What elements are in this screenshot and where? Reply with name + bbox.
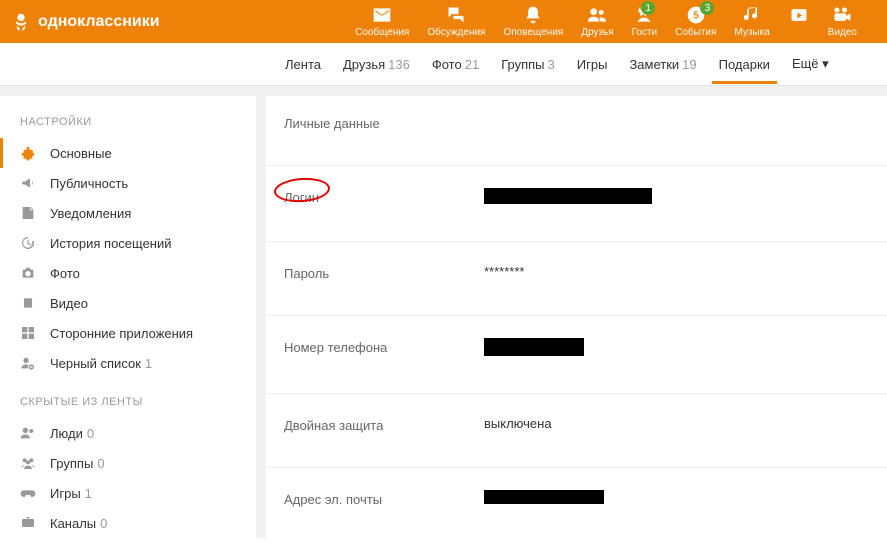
play-icon bbox=[788, 5, 810, 25]
main-area: НАСТРОЙКИ Основные Публичность Уведомлен… bbox=[0, 96, 887, 538]
login-value bbox=[484, 188, 652, 207]
events-badge: 3 bbox=[700, 1, 714, 15]
sidebar-item-games[interactable]: Игры1 bbox=[0, 478, 256, 508]
bell-icon bbox=[522, 5, 544, 25]
tab-groups[interactable]: Группы3 bbox=[494, 45, 562, 84]
nav-video-play[interactable] bbox=[788, 5, 810, 38]
camera2-icon bbox=[20, 265, 36, 281]
nav-music[interactable]: Музыка bbox=[734, 5, 769, 38]
nav-guests[interactable]: 1 Гости bbox=[632, 5, 657, 38]
logo[interactable]: одноклассники bbox=[10, 11, 160, 33]
tab-games[interactable]: Игры bbox=[570, 45, 615, 84]
sidebar-title-settings: НАСТРОЙКИ bbox=[0, 110, 256, 138]
phone-value bbox=[484, 338, 584, 359]
nav-notifications[interactable]: Оповещения bbox=[503, 5, 563, 38]
sidebar-item-general[interactable]: Основные bbox=[0, 138, 256, 168]
tv-icon bbox=[20, 515, 36, 531]
film-icon bbox=[20, 295, 36, 311]
redacted-phone bbox=[484, 338, 584, 356]
redacted-email bbox=[484, 490, 604, 504]
blacklist-icon bbox=[20, 355, 36, 371]
nav-messages[interactable]: Сообщения bbox=[355, 5, 409, 38]
sidebar-item-channels[interactable]: Каналы0 bbox=[0, 508, 256, 538]
nav-friends[interactable]: Друзья bbox=[581, 5, 613, 38]
friends-icon bbox=[586, 5, 608, 25]
history-icon bbox=[20, 235, 36, 251]
top-nav-icons: Сообщения Обсуждения Оповещения Друзья 1… bbox=[355, 5, 857, 38]
row-twofa[interactable]: Двойная защита выключена bbox=[266, 394, 887, 468]
brand-name: одноклассники bbox=[38, 13, 160, 31]
sidebar-item-people[interactable]: Люди0 bbox=[0, 418, 256, 448]
camera-icon bbox=[831, 5, 853, 25]
profile-tabs: Лента Друзья136 Фото21 Группы3 Игры Заме… bbox=[0, 43, 887, 86]
row-password[interactable]: Пароль ******** bbox=[266, 242, 887, 316]
row-personal-data[interactable]: Личные данные bbox=[266, 96, 887, 166]
sidebar-item-history[interactable]: История посещений bbox=[0, 228, 256, 258]
sidebar-title-hidden: СКРЫТЫЕ ИЗ ЛЕНТЫ bbox=[0, 390, 256, 418]
topbar: одноклассники Сообщения Обсуждения Опове… bbox=[0, 0, 887, 43]
personal-data-value bbox=[484, 114, 488, 129]
groups-icon bbox=[20, 455, 36, 471]
tab-photo[interactable]: Фото21 bbox=[425, 45, 486, 84]
sidebar-item-groups[interactable]: Группы0 bbox=[0, 448, 256, 478]
gear-icon bbox=[20, 145, 36, 161]
sidebar-item-photo[interactable]: Фото bbox=[0, 258, 256, 288]
apps-icon bbox=[20, 325, 36, 341]
tab-notes[interactable]: Заметки19 bbox=[622, 45, 703, 84]
svg-text:5: 5 bbox=[693, 10, 699, 21]
sidebar-item-blacklist[interactable]: Черный список1 bbox=[0, 348, 256, 378]
music-icon bbox=[741, 5, 763, 25]
chat-icon bbox=[445, 5, 467, 25]
nav-discussions[interactable]: Обсуждения bbox=[427, 5, 485, 38]
email-value bbox=[484, 490, 604, 507]
megaphone-icon bbox=[20, 175, 36, 191]
tab-feed[interactable]: Лента bbox=[278, 45, 328, 84]
nav-events[interactable]: 5 3 События bbox=[675, 5, 716, 38]
sidebar-item-publicity[interactable]: Публичность bbox=[0, 168, 256, 198]
people-icon bbox=[20, 425, 36, 441]
row-email[interactable]: Адрес эл. почты bbox=[266, 468, 887, 532]
note-icon bbox=[20, 205, 36, 221]
sidebar-item-apps[interactable]: Сторонние приложения bbox=[0, 318, 256, 348]
nav-video[interactable]: Видео bbox=[828, 5, 857, 38]
tab-more[interactable]: Ещё ▾ bbox=[785, 44, 836, 84]
envelope-icon bbox=[371, 5, 393, 25]
settings-content: Личные данные Логин Пароль ******** Номе… bbox=[266, 96, 887, 538]
twofa-value: выключена bbox=[484, 416, 552, 431]
settings-sidebar: НАСТРОЙКИ Основные Публичность Уведомлен… bbox=[0, 96, 256, 538]
ok-logo-icon bbox=[10, 11, 32, 33]
row-phone[interactable]: Номер телефона bbox=[266, 316, 887, 394]
password-value: ******** bbox=[484, 264, 524, 279]
gamepad-icon bbox=[20, 485, 36, 501]
sidebar-item-video[interactable]: Видео bbox=[0, 288, 256, 318]
row-login[interactable]: Логин bbox=[266, 166, 887, 242]
sidebar-item-notifications[interactable]: Уведомления bbox=[0, 198, 256, 228]
tab-gifts[interactable]: Подарки bbox=[712, 45, 777, 84]
tab-friends[interactable]: Друзья136 bbox=[336, 45, 417, 84]
redacted-login bbox=[484, 188, 652, 204]
